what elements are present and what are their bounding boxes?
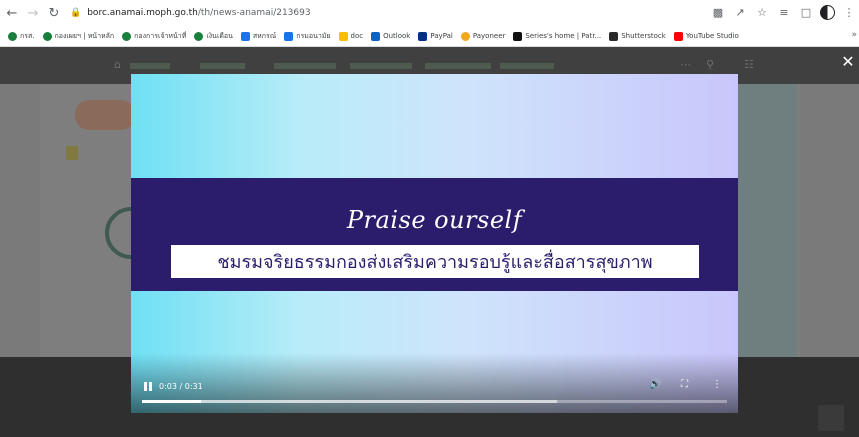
bookmark-item[interactable]: กองเผยฯ | หน้าหลัก bbox=[42, 31, 115, 42]
bookmark-favicon-icon bbox=[240, 31, 250, 41]
pause-button[interactable] bbox=[142, 381, 154, 393]
bookmark-item[interactable]: เงินเดือน bbox=[194, 31, 233, 42]
bookmark-item[interactable]: Series's home | Patr... bbox=[513, 31, 602, 41]
bookmark-label: กองเผยฯ | หน้าหลัก bbox=[54, 31, 115, 40]
bookmarks-more-button[interactable]: » bbox=[851, 30, 857, 40]
section-icon bbox=[66, 146, 78, 160]
back-arrow-icon[interactable]: ← bbox=[3, 4, 21, 22]
forward-arrow-icon[interactable]: → bbox=[24, 4, 42, 22]
progress-played bbox=[142, 400, 201, 403]
right-panel bbox=[737, 84, 797, 404]
volume-icon[interactable]: 🔊 bbox=[649, 379, 661, 390]
profile-avatar-icon[interactable] bbox=[820, 5, 835, 20]
bookmark-item[interactable]: Shutterstock bbox=[609, 31, 666, 41]
bookmark-item[interactable]: PayPal bbox=[418, 31, 453, 41]
reload-icon[interactable]: ↻ bbox=[45, 4, 63, 22]
translate-icon[interactable]: ▩ bbox=[710, 6, 726, 19]
bookmark-label: กองการเจ้าหน้าที่ bbox=[134, 31, 187, 40]
side-panel-icon[interactable]: □ bbox=[798, 6, 814, 19]
bookmark-favicon-icon bbox=[338, 31, 348, 41]
bookmark-item[interactable]: สหกรณ์ bbox=[240, 31, 277, 42]
progress-buffered bbox=[142, 400, 558, 403]
bookmark-label: กรส. bbox=[20, 31, 35, 40]
bookmark-label: PayPal bbox=[430, 32, 453, 40]
bookmark-favicon-icon bbox=[609, 31, 619, 41]
nav-item-3 bbox=[274, 63, 336, 69]
bookmark-favicon-icon bbox=[194, 31, 204, 41]
bookmark-favicon-icon bbox=[8, 31, 17, 41]
bookmark-label: Series's home | Patr... bbox=[525, 32, 602, 40]
bookmark-label: doc bbox=[350, 32, 364, 40]
page-badge bbox=[75, 100, 135, 130]
bookmark-item[interactable]: กองการเจ้าหน้าที่ bbox=[122, 31, 186, 42]
close-icon[interactable]: ✕ bbox=[838, 52, 858, 72]
share-icon[interactable]: ↗ bbox=[732, 6, 748, 19]
nav-item-4 bbox=[350, 63, 412, 69]
browser-menu-icon[interactable]: ⋮ bbox=[841, 6, 857, 19]
bookmark-favicon-icon bbox=[460, 31, 470, 41]
video-title: Praise ourself bbox=[346, 206, 523, 234]
pause-icon bbox=[144, 382, 147, 391]
video-subtitle: ชมรมจริยธรรมกองส่งเสริมความรอบรู้และสื่อ… bbox=[217, 252, 653, 273]
more-options-icon[interactable]: ⋮ bbox=[712, 379, 722, 390]
url-path: /th/news-anamai/213693 bbox=[197, 7, 311, 18]
bookmark-item[interactable]: YouTube Studio bbox=[673, 31, 739, 41]
bookmark-label: สหกรณ์ bbox=[252, 31, 277, 40]
bookmark-favicon-icon bbox=[371, 31, 381, 41]
bookmark-label: Outlook bbox=[383, 32, 411, 40]
reading-list-icon[interactable]: ≡ bbox=[776, 6, 792, 19]
nav-item-6 bbox=[500, 63, 554, 69]
bookmark-item[interactable]: Payoneer bbox=[460, 31, 506, 41]
pause-icon-bar bbox=[149, 382, 152, 391]
bookmark-label: Shutterstock bbox=[621, 32, 666, 40]
bookmark-label: เงินเดือน bbox=[206, 31, 233, 40]
browser-toolbar: ← → ↻ 🔒 borc.anamai.moph.go.th /th/news-… bbox=[0, 0, 859, 26]
search-icon: ⚲ bbox=[706, 58, 715, 71]
bookmark-favicon-icon bbox=[122, 31, 132, 41]
more-icon: ⋯ bbox=[680, 58, 691, 71]
bookmark-star-icon[interactable]: ☆ bbox=[754, 6, 770, 19]
lock-icon: 🔒 bbox=[70, 7, 82, 18]
address-bar[interactable]: 🔒 borc.anamai.moph.go.th /th/news-anamai… bbox=[70, 3, 710, 22]
fullscreen-icon[interactable]: ⛶ bbox=[681, 379, 688, 390]
bookmark-label: YouTube Studio bbox=[685, 32, 739, 40]
bookmark-favicon-icon bbox=[418, 31, 428, 41]
bookmarks-bar: กรส. กองเผยฯ | หน้าหลัก กองการเจ้าหน้าที่ เ… bbox=[0, 26, 859, 47]
bookmark-favicon-icon bbox=[513, 31, 523, 41]
bookmark-favicon-icon bbox=[42, 31, 52, 41]
time-display: 0:03 / 0:31 bbox=[159, 382, 203, 391]
bookmark-item[interactable]: doc bbox=[338, 31, 364, 41]
url-host: borc.anamai.moph.go.th bbox=[87, 7, 198, 18]
bookmark-label: กรมอนามัย bbox=[296, 31, 331, 40]
nav-item-home bbox=[130, 63, 170, 69]
sitemap-icon: ☷ bbox=[744, 58, 754, 71]
controls-overlay bbox=[131, 353, 738, 413]
bookmark-label: Payoneer bbox=[472, 32, 506, 40]
nav-item-2 bbox=[200, 63, 245, 69]
video-subtitle-box: ชมรมจริยธรรมกองส่งเสริมความรอบรู้และสื่อ… bbox=[171, 245, 699, 278]
bookmark-item[interactable]: กรมอนามัย bbox=[284, 31, 331, 42]
bookmark-favicon-icon bbox=[284, 31, 294, 41]
toolbar-actions: ▩ ↗ ☆ ≡ □ ⋮ bbox=[704, 3, 859, 22]
bookmark-item[interactable]: กรส. bbox=[8, 31, 35, 42]
bookmark-favicon-icon bbox=[673, 31, 683, 41]
home-icon: ⌂ bbox=[114, 58, 121, 71]
scroll-top-button bbox=[818, 405, 844, 431]
progress-bar[interactable] bbox=[142, 400, 727, 403]
bookmark-item[interactable]: Outlook bbox=[371, 31, 411, 41]
nav-item-5 bbox=[425, 63, 491, 69]
video-player[interactable]: Praise ourself ชมรมจริยธรรมกองส่งเสริมคว… bbox=[131, 74, 738, 413]
